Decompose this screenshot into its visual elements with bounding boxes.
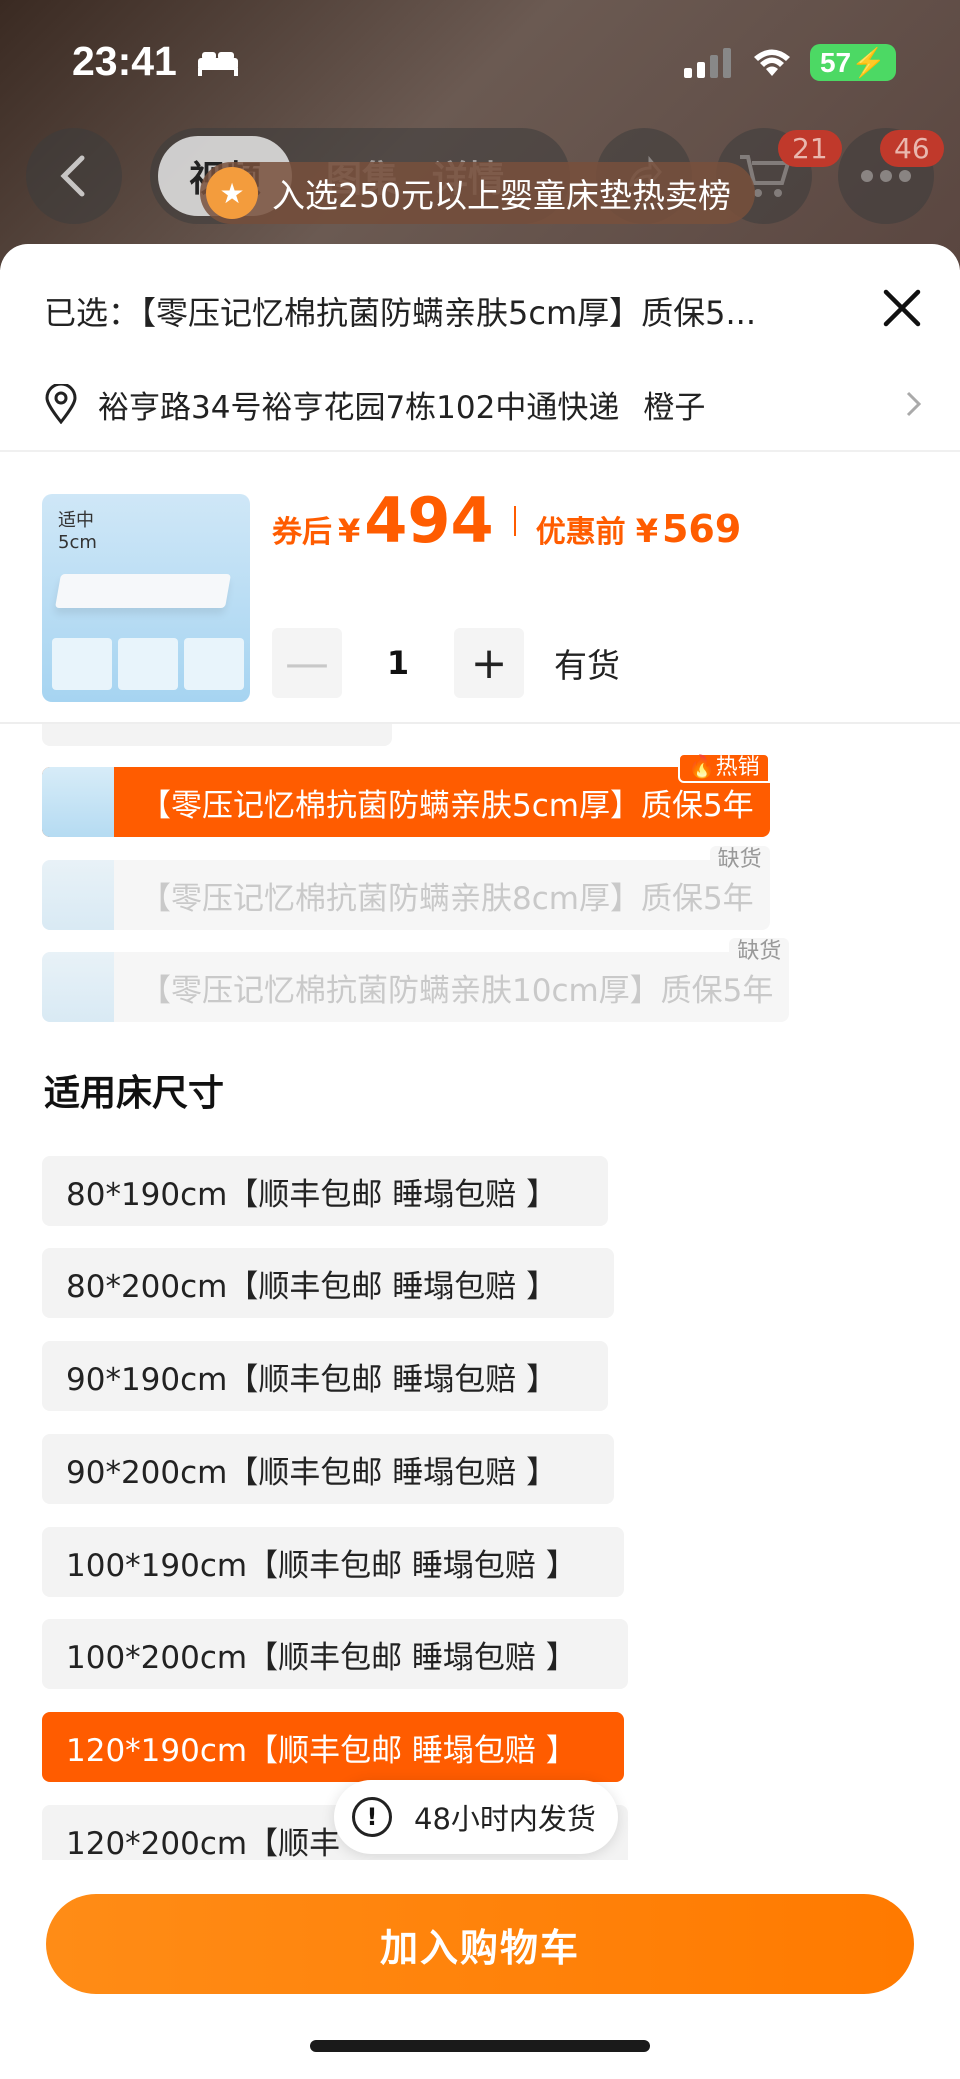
hot-sale-text: 热销 [715,755,760,780]
back-arrow-icon [60,155,85,197]
alert-icon: ! [352,1797,392,1837]
variant-label: 【零压记忆棉抗菌防螨亲肤8cm厚】质保5年 [140,880,754,917]
scrolled-option-remnant [42,724,392,746]
price-divider [513,505,516,536]
location-pin-icon [45,384,77,424]
more-count-badge: 46 [880,130,944,167]
variant-thumbnail [42,952,114,1022]
stock-status: 有货 [554,646,620,685]
variant-label: 【零压记忆棉抗菌防螨亲肤5cm厚】质保5年 [140,787,754,824]
signal-icon [683,47,731,78]
chevron-right-icon [906,391,922,417]
thumbnail-label: 适中 5cm [58,510,97,554]
thumbnail-label-line2: 5cm [58,532,97,553]
feature-cards [52,638,244,690]
out-of-stock-tag: 缺货 [729,938,790,966]
original-currency-symbol: ¥ [635,512,658,550]
increase-quantity-button[interactable]: + [454,628,524,698]
add-to-cart-button[interactable]: 加入购物车 [46,1894,914,1994]
variant-option[interactable]: 【零压记忆棉抗菌防螨亲肤10cm厚】质保5年 缺货 [42,938,790,1022]
quantity-value[interactable]: 1 [342,644,454,682]
feature-card [52,638,112,690]
cart-count-badge: 21 [778,130,842,167]
size-option[interactable]: 100*190cm【顺丰包邮 睡塌包赔 】 [42,1527,624,1597]
divider [0,450,960,452]
feature-card [118,638,178,690]
medal-icon: ★ [206,167,258,219]
recipient-name: 橙子 [643,389,706,426]
toast-text: 48小时内发货 [414,1802,596,1836]
sleep-focus-icon [198,52,238,76]
ranking-banner[interactable]: ★ 入选250元以上婴童床垫热卖榜 [200,162,755,224]
price-row: 券后 ¥ 494 优惠前 ¥ 569 [272,484,741,557]
product-thumbnail[interactable]: 适中 5cm [42,494,250,702]
back-button[interactable] [26,128,122,224]
size-section-title: 适用床尺寸 [44,1073,225,1114]
size-option[interactable]: 90*190cm【顺丰包邮 睡塌包赔 】 [42,1341,608,1411]
status-right: 57⚡ [683,44,896,81]
size-option[interactable]: 90*200cm【顺丰包邮 睡塌包赔 】 [42,1434,614,1504]
selected-summary: 已选：【零压记忆棉抗菌防螨亲肤5cm厚】质保5... [44,294,757,332]
decrease-quantity-button[interactable]: — [272,628,342,698]
size-option[interactable]: 80*200cm【顺丰包邮 睡塌包赔 】 [42,1248,614,1318]
wifi-icon [753,49,790,76]
status-time: 23:41 [72,38,177,84]
battery-level: 57 [819,47,852,78]
size-option[interactable]: 80*190cm【顺丰包邮 睡塌包赔 】 [42,1156,608,1226]
original-price-label: 优惠前 [535,515,626,550]
variant-option-selected[interactable]: 【零压记忆棉抗菌防螨亲肤5cm厚】质保5年 🔥热销 [42,753,770,837]
fire-icon: 🔥 [688,755,716,780]
feature-card [184,638,244,690]
price-value: 494 [364,484,494,557]
shipping-toast: ! 48小时内发货 [334,1780,618,1854]
size-option[interactable]: 100*200cm【顺丰包邮 睡塌包赔 】 [42,1619,628,1689]
hot-sale-tag: 🔥热销 [678,753,770,783]
size-option-selected[interactable]: 120*190cm【顺丰包邮 睡塌包赔 】 [42,1712,624,1782]
mattress-illustration [55,574,231,608]
home-indicator [310,2040,650,2052]
ranking-text: 入选250元以上婴童床垫热卖榜 [272,176,731,215]
close-icon[interactable] [878,284,926,332]
variant-thumbnail [42,767,114,837]
quantity-stepper: — 1 + 有货 [272,628,620,698]
thumbnail-label-line1: 适中 [58,510,94,531]
variant-thumbnail [42,860,114,930]
currency-symbol: ¥ [338,512,361,550]
charging-bolt-icon: ⚡ [851,47,886,78]
battery-indicator: 57⚡ [809,44,896,81]
more-icon [861,170,911,182]
out-of-stock-tag: 缺货 [709,846,770,874]
price-label: 券后 [272,515,332,550]
address-row[interactable]: 裕亨路34号裕亨花园7栋102中通快递 橙子 [44,374,924,434]
variant-option[interactable]: 【零压记忆棉抗菌防螨亲肤8cm厚】质保5年 缺货 [42,846,770,930]
variant-label: 【零压记忆棉抗菌防螨亲肤10cm厚】质保5年 [140,972,774,1009]
original-price-value: 569 [661,507,742,551]
address-text: 裕亨路34号裕亨花园7栋102中通快递 [98,389,620,426]
